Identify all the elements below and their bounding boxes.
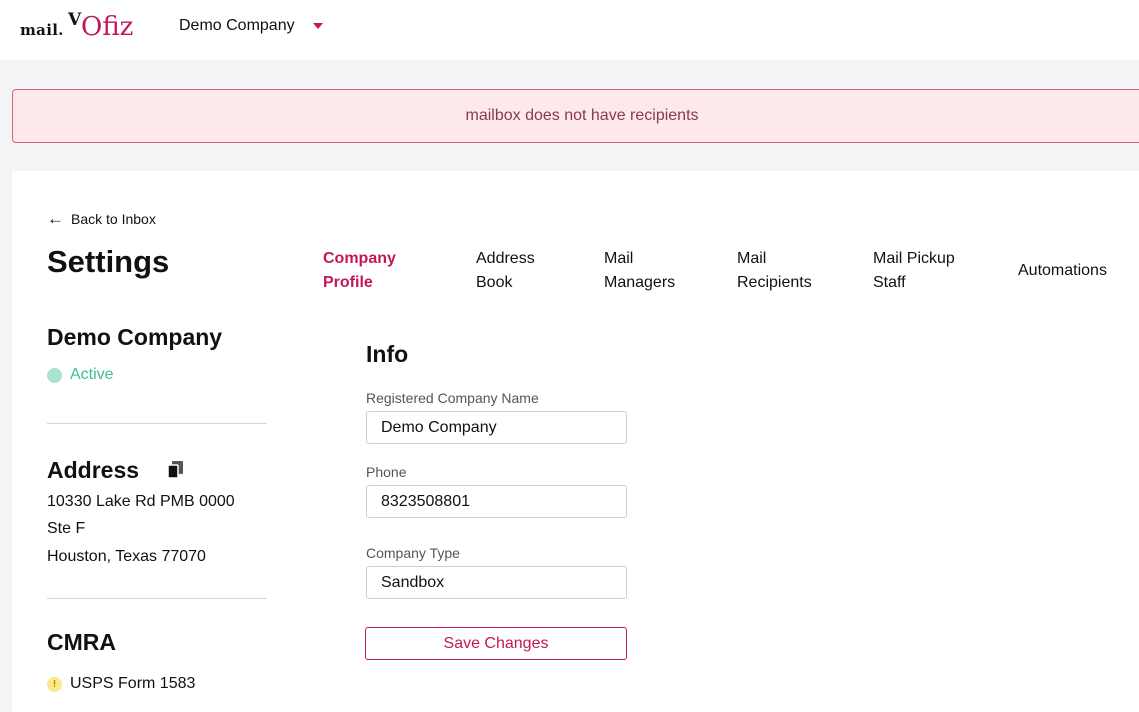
tab-label-line: Managers — [604, 274, 676, 291]
save-changes-button[interactable]: Save Changes — [365, 627, 627, 660]
company-type-label: Company Type — [366, 545, 460, 561]
tab-label-line: Company — [323, 250, 396, 267]
tab-mail-managers[interactable]: Mail Managers — [604, 247, 675, 295]
usps-form-label: USPS Form 1583 — [70, 675, 196, 692]
tab-mail-pickup-staff[interactable]: Mail Pickup Staff — [873, 247, 955, 295]
company-selector[interactable]: Demo Company — [179, 15, 323, 37]
tab-mail-recipients[interactable]: Mail Recipients — [737, 247, 812, 295]
tab-automations[interactable]: Automations — [1018, 259, 1107, 283]
registered-company-name-label: Registered Company Name — [366, 390, 539, 406]
tab-label-line: Automations — [1018, 262, 1107, 279]
logo-prefix: mail. — [20, 21, 64, 39]
tab-label-line: Mail Pickup — [873, 250, 955, 267]
address-heading: Address — [47, 457, 140, 483]
cmra-heading: CMRA — [47, 629, 116, 655]
tab-address-book[interactable]: Address Book — [476, 247, 535, 295]
copy-icon[interactable] — [167, 461, 184, 479]
company-selector-label: Demo Company — [179, 17, 295, 34]
logo-v: V — [68, 10, 82, 30]
back-to-inbox-link[interactable]: ← Back to Inbox — [47, 209, 156, 228]
tab-label-line: Profile — [323, 274, 373, 291]
divider — [47, 423, 267, 424]
company-name-heading: Demo Company — [47, 324, 223, 350]
tab-label-line: Staff — [873, 274, 906, 291]
tab-label-line: Mail — [604, 250, 634, 267]
tab-label-line: Book — [476, 274, 513, 291]
usps-form-item[interactable]: ! USPS Form 1583 — [47, 675, 195, 693]
address-line: Ste F — [47, 520, 86, 537]
divider — [47, 598, 267, 599]
status-text: Active — [70, 366, 114, 383]
arrow-left-icon: ← — [47, 209, 64, 228]
caret-down-icon — [312, 23, 323, 29]
address-line: 10330 Lake Rd PMB 0000 — [47, 493, 235, 510]
tab-label-line: Address — [476, 250, 535, 267]
alert-banner: mailbox does not have recipients — [12, 89, 1139, 143]
company-type-input[interactable] — [366, 566, 627, 599]
phone-input[interactable] — [366, 485, 627, 518]
tab-label-line: Recipients — [737, 274, 812, 291]
tab-company-profile[interactable]: Company Profile — [323, 247, 396, 295]
address-line: Houston, Texas 77070 — [47, 548, 206, 565]
status-dot-icon — [47, 367, 62, 383]
status-badge: Active — [47, 366, 114, 384]
back-to-inbox-label: Back to Inbox — [71, 211, 156, 227]
logo-brand: Ofiz — [81, 12, 134, 42]
alert-message: mailbox does not have recipients — [465, 107, 699, 124]
info-heading: Info — [366, 341, 409, 367]
page-title: Settings — [47, 244, 170, 279]
registered-company-name-input[interactable] — [366, 411, 627, 444]
mailvofiz-logo[interactable]: mail. V Ofiz — [20, 10, 145, 44]
warning-icon: ! — [47, 676, 62, 692]
tab-label-line: Mail — [737, 250, 767, 267]
top-bar: mail. V Ofiz Demo Company — [0, 0, 1139, 60]
phone-label: Phone — [366, 464, 407, 480]
